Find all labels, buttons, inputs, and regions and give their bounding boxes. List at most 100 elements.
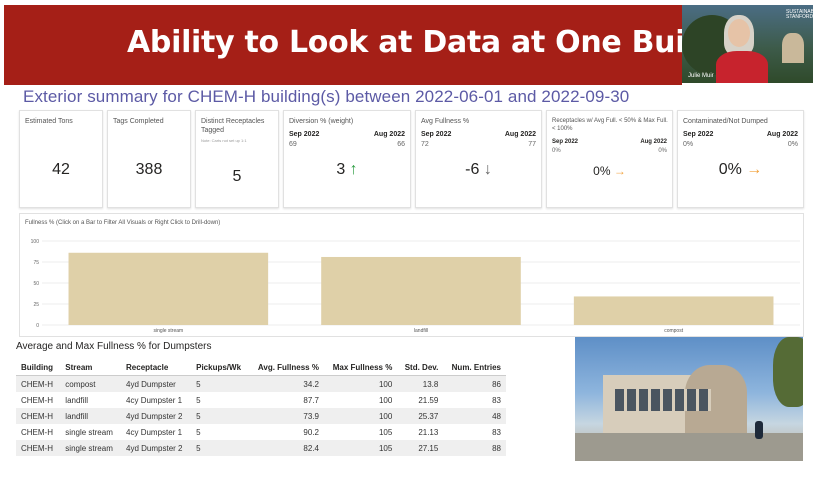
column-header[interactable]: Receptacle xyxy=(121,360,192,376)
table-cell: single stream xyxy=(60,440,122,456)
webcam-presenter-face xyxy=(728,19,750,47)
avg-fullness-card[interactable]: Avg Fullness % Sep 2022 Aug 2022 72 77 -… xyxy=(415,110,542,208)
table-cell: 5 xyxy=(196,427,201,437)
table-body: CHEM-H compost 4yd Dumpster 5 34.2 100 13.8 86 C… xyxy=(16,375,506,456)
bar-compost[interactable] xyxy=(573,296,774,325)
column-header[interactable]: Building xyxy=(16,360,61,376)
column-header[interactable]: Std. Dev. xyxy=(397,360,444,376)
card-value: 3 ↑ xyxy=(284,161,410,179)
column-header[interactable]: Pickups/Wk xyxy=(191,360,250,376)
y-tick-label: 0 xyxy=(36,323,39,329)
webcam-badge: SUSTAINABLE STANFORD xyxy=(786,9,813,20)
card-note: Note: Carts not set up 1:1 xyxy=(201,138,247,143)
right-period-value: 66 xyxy=(397,141,405,148)
bar-single-stream[interactable] xyxy=(68,252,269,325)
table-row[interactable]: CHEM-H landfill 4yd Dumpster 2 5 73.9 100 25.3… xyxy=(16,408,506,424)
table-cell: CHEM-H xyxy=(16,440,61,456)
table-cell: 100 xyxy=(323,408,398,424)
table-cell: 100 xyxy=(378,395,393,405)
table-cell: 4cy Dumpster 1 xyxy=(126,427,183,437)
column-header[interactable]: Stream xyxy=(60,360,122,376)
x-tick-label: single stream xyxy=(153,328,183,334)
table-cell: 27.15 xyxy=(397,440,444,456)
table-cell: 25.37 xyxy=(397,408,444,424)
right-period-value: 0% xyxy=(658,148,667,154)
table-cell: single stream xyxy=(65,427,113,437)
y-tick-label: 50 xyxy=(33,281,39,287)
column-header[interactable]: Avg. Fullness % xyxy=(249,360,324,376)
table-cell: 87.7 xyxy=(303,395,319,405)
card-value: -6 ↓ xyxy=(416,161,541,179)
table-cell: 83 xyxy=(492,427,501,437)
table-cell: 5 xyxy=(191,375,250,392)
right-period-label: Aug 2022 xyxy=(504,131,536,138)
table-cell: compost xyxy=(60,375,122,392)
table-cell: 13.8 xyxy=(397,375,444,392)
card-delta-value: 0% xyxy=(593,164,611,178)
photo-cyclist xyxy=(755,421,763,439)
building-photo xyxy=(575,337,803,461)
right-period-value: 77 xyxy=(528,141,536,148)
fullness-bar-chart: 0 25 50 75 100 single stream landfill compost xyxy=(31,239,800,334)
card-value: 0% → xyxy=(547,164,672,178)
photo-building-windows xyxy=(615,389,711,411)
participant-name: Julie Muir xyxy=(688,73,714,79)
table-cell: landfill xyxy=(65,395,88,405)
card-title: Estimated Tons xyxy=(25,118,73,125)
table-cell: 5 xyxy=(191,440,250,456)
card-value: 42 xyxy=(52,161,70,178)
y-tick-label: 25 xyxy=(33,302,39,308)
diversion-card[interactable]: Diversion % (weight) Sep 2022 Aug 2022 6… xyxy=(283,110,411,208)
arrow-right-icon: → xyxy=(746,161,763,178)
table-cell: 48 xyxy=(443,408,506,424)
table-cell: 105 xyxy=(323,440,398,456)
webcam-building-dome xyxy=(782,33,804,63)
left-period-label: Sep 2022 xyxy=(421,131,452,138)
table-cell: 21.13 xyxy=(418,427,439,437)
table-cell: 73.9 xyxy=(249,408,324,424)
report-subtitle: Exterior summary for CHEM-H building(s) … xyxy=(23,87,630,106)
table-cell: 4yd Dumpster xyxy=(121,375,192,392)
title-banner: Ability to Look at Data at One Building xyxy=(4,5,682,85)
right-period-label: Aug 2022 xyxy=(766,131,798,138)
estimated-tons-card[interactable]: Estimated Tons 42 xyxy=(19,110,103,208)
bar-landfill[interactable] xyxy=(321,256,521,325)
receptacles-low-fullness-card[interactable]: Receptacles w/ Avg Full. < 50% & Max Ful… xyxy=(546,110,673,208)
table-title: Average and Max Fullness % for Dumpsters xyxy=(16,341,212,352)
table-cell: 83 xyxy=(492,395,501,405)
left-period-value: 0% xyxy=(683,141,694,148)
column-header[interactable]: Max Fullness % xyxy=(323,360,398,376)
dumpster-fullness-table: Building Stream Receptacle Pickups/Wk Avg. F… xyxy=(16,360,506,456)
table-row[interactable]: CHEM-H single stream 4yd Dumpster 2 5 82.4 10… xyxy=(16,440,506,456)
column-header[interactable]: Num. Entries xyxy=(443,360,506,376)
distinct-receptacles-card[interactable]: Distinct Receptacles Tagged Note: Carts … xyxy=(195,110,279,208)
x-tick-label: compost xyxy=(664,328,684,334)
table-cell: 4yd Dumpster 2 xyxy=(121,408,192,424)
table-cell: 34.2 xyxy=(249,375,324,392)
table-cell: 82.4 xyxy=(249,440,324,456)
webcam-presenter-shirt xyxy=(716,51,768,83)
card-title: Diversion % (weight) xyxy=(289,118,354,125)
card-title: Distinct Receptacles Tagged xyxy=(201,118,265,134)
card-title: Contaminated/Not Dumped xyxy=(683,118,768,125)
table-cell: 90.2 xyxy=(303,427,319,437)
tags-completed-card[interactable]: Tags Completed 388 xyxy=(107,110,191,208)
photo-road xyxy=(575,433,803,461)
table-cell: 5 xyxy=(196,395,201,405)
card-delta-value: -6 xyxy=(465,161,480,178)
table-cell: CHEM-H xyxy=(21,427,53,437)
table-cell: 100 xyxy=(323,375,398,392)
table-cell: 88 xyxy=(443,440,506,456)
right-period-label: Aug 2022 xyxy=(373,131,405,138)
table-cell: 86 xyxy=(443,375,506,392)
table-row[interactable]: CHEM-H compost 4yd Dumpster 5 34.2 100 13.8 86 xyxy=(16,375,506,392)
banner-title: Ability to Look at Data at One Building xyxy=(127,25,682,60)
table-row[interactable]: CHEM-H single stream 4cy Dumpster 1 5 90.2 10… xyxy=(16,424,506,440)
card-value: 388 xyxy=(135,161,163,178)
left-period-label: Sep 2022 xyxy=(552,139,579,145)
table-row[interactable]: CHEM-H landfill 4cy Dumpster 1 5 87.7 100 21.5… xyxy=(16,392,506,408)
card-value: 5 xyxy=(232,168,242,185)
contaminated-card[interactable]: Contaminated/Not Dumped Sep 2022 Aug 202… xyxy=(677,110,804,208)
left-period-value: 0% xyxy=(552,148,561,154)
left-period-label: Sep 2022 xyxy=(289,131,320,138)
